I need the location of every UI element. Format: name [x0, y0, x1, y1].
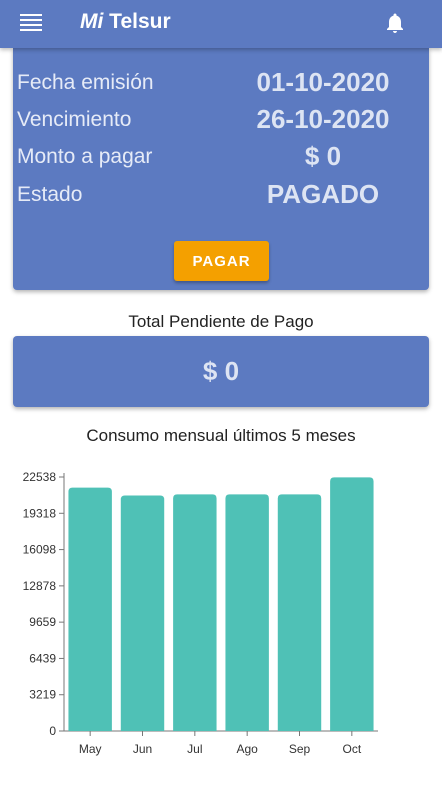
y-tick-label: 19318: [23, 506, 57, 520]
app-title-main: Telsur: [109, 10, 171, 33]
issue-date-label: Fecha emisión: [17, 71, 154, 94]
bar: [68, 487, 112, 731]
bar: [330, 477, 374, 731]
pay-button[interactable]: PAGAR: [174, 241, 269, 281]
bar: [173, 494, 217, 731]
due-date-label: Vencimiento: [17, 108, 132, 131]
x-tick-label: Jun: [133, 742, 152, 756]
app-bar: Mi Telsur: [0, 0, 442, 48]
app-title: Mi Telsur: [80, 10, 171, 34]
pending-title: Total Pendiente de Pago: [128, 312, 314, 331]
status-value: PAGADO: [266, 179, 380, 209]
chart-title: Consumo mensual últimos 5 meses: [86, 426, 356, 445]
x-tick-label: Sep: [289, 742, 311, 756]
pending-card: $ 0: [13, 336, 429, 407]
due-date-value: 26-10-2020: [256, 104, 390, 134]
status-label: Estado: [17, 183, 83, 206]
y-tick-label: 6439: [29, 651, 56, 665]
monthly-consumption-chart: 0 3219 6439 9659 12878 16098 19318 22538 May Jun J…: [23, 470, 378, 756]
bill-card: Fecha emisión 01-10-2020 Vencimiento 26-…: [13, 48, 429, 290]
menu-icon[interactable]: [20, 14, 42, 32]
y-tick-label: 0: [49, 724, 56, 738]
issue-date-value: 01-10-2020: [256, 67, 390, 97]
y-tick-label: 16098: [23, 543, 57, 557]
x-tick-label: May: [79, 742, 102, 756]
amount-due-value: $ 0: [304, 141, 342, 171]
y-tick-label: 3219: [29, 688, 56, 702]
app-title-prefix: Mi: [80, 10, 104, 33]
x-tick-label: Jul: [187, 742, 202, 756]
bell-icon[interactable]: [383, 11, 407, 35]
pending-value: $ 0: [202, 356, 240, 386]
x-tick-label: Oct: [342, 742, 361, 756]
x-tick-label: Ago: [236, 742, 258, 756]
bar: [225, 494, 269, 731]
y-tick-label: 12878: [23, 579, 57, 593]
y-tick-label: 9659: [29, 615, 56, 629]
bar: [277, 494, 322, 731]
amount-due-label: Monto a pagar: [17, 145, 153, 168]
bar: [120, 495, 165, 731]
y-tick-label: 22538: [23, 470, 57, 484]
